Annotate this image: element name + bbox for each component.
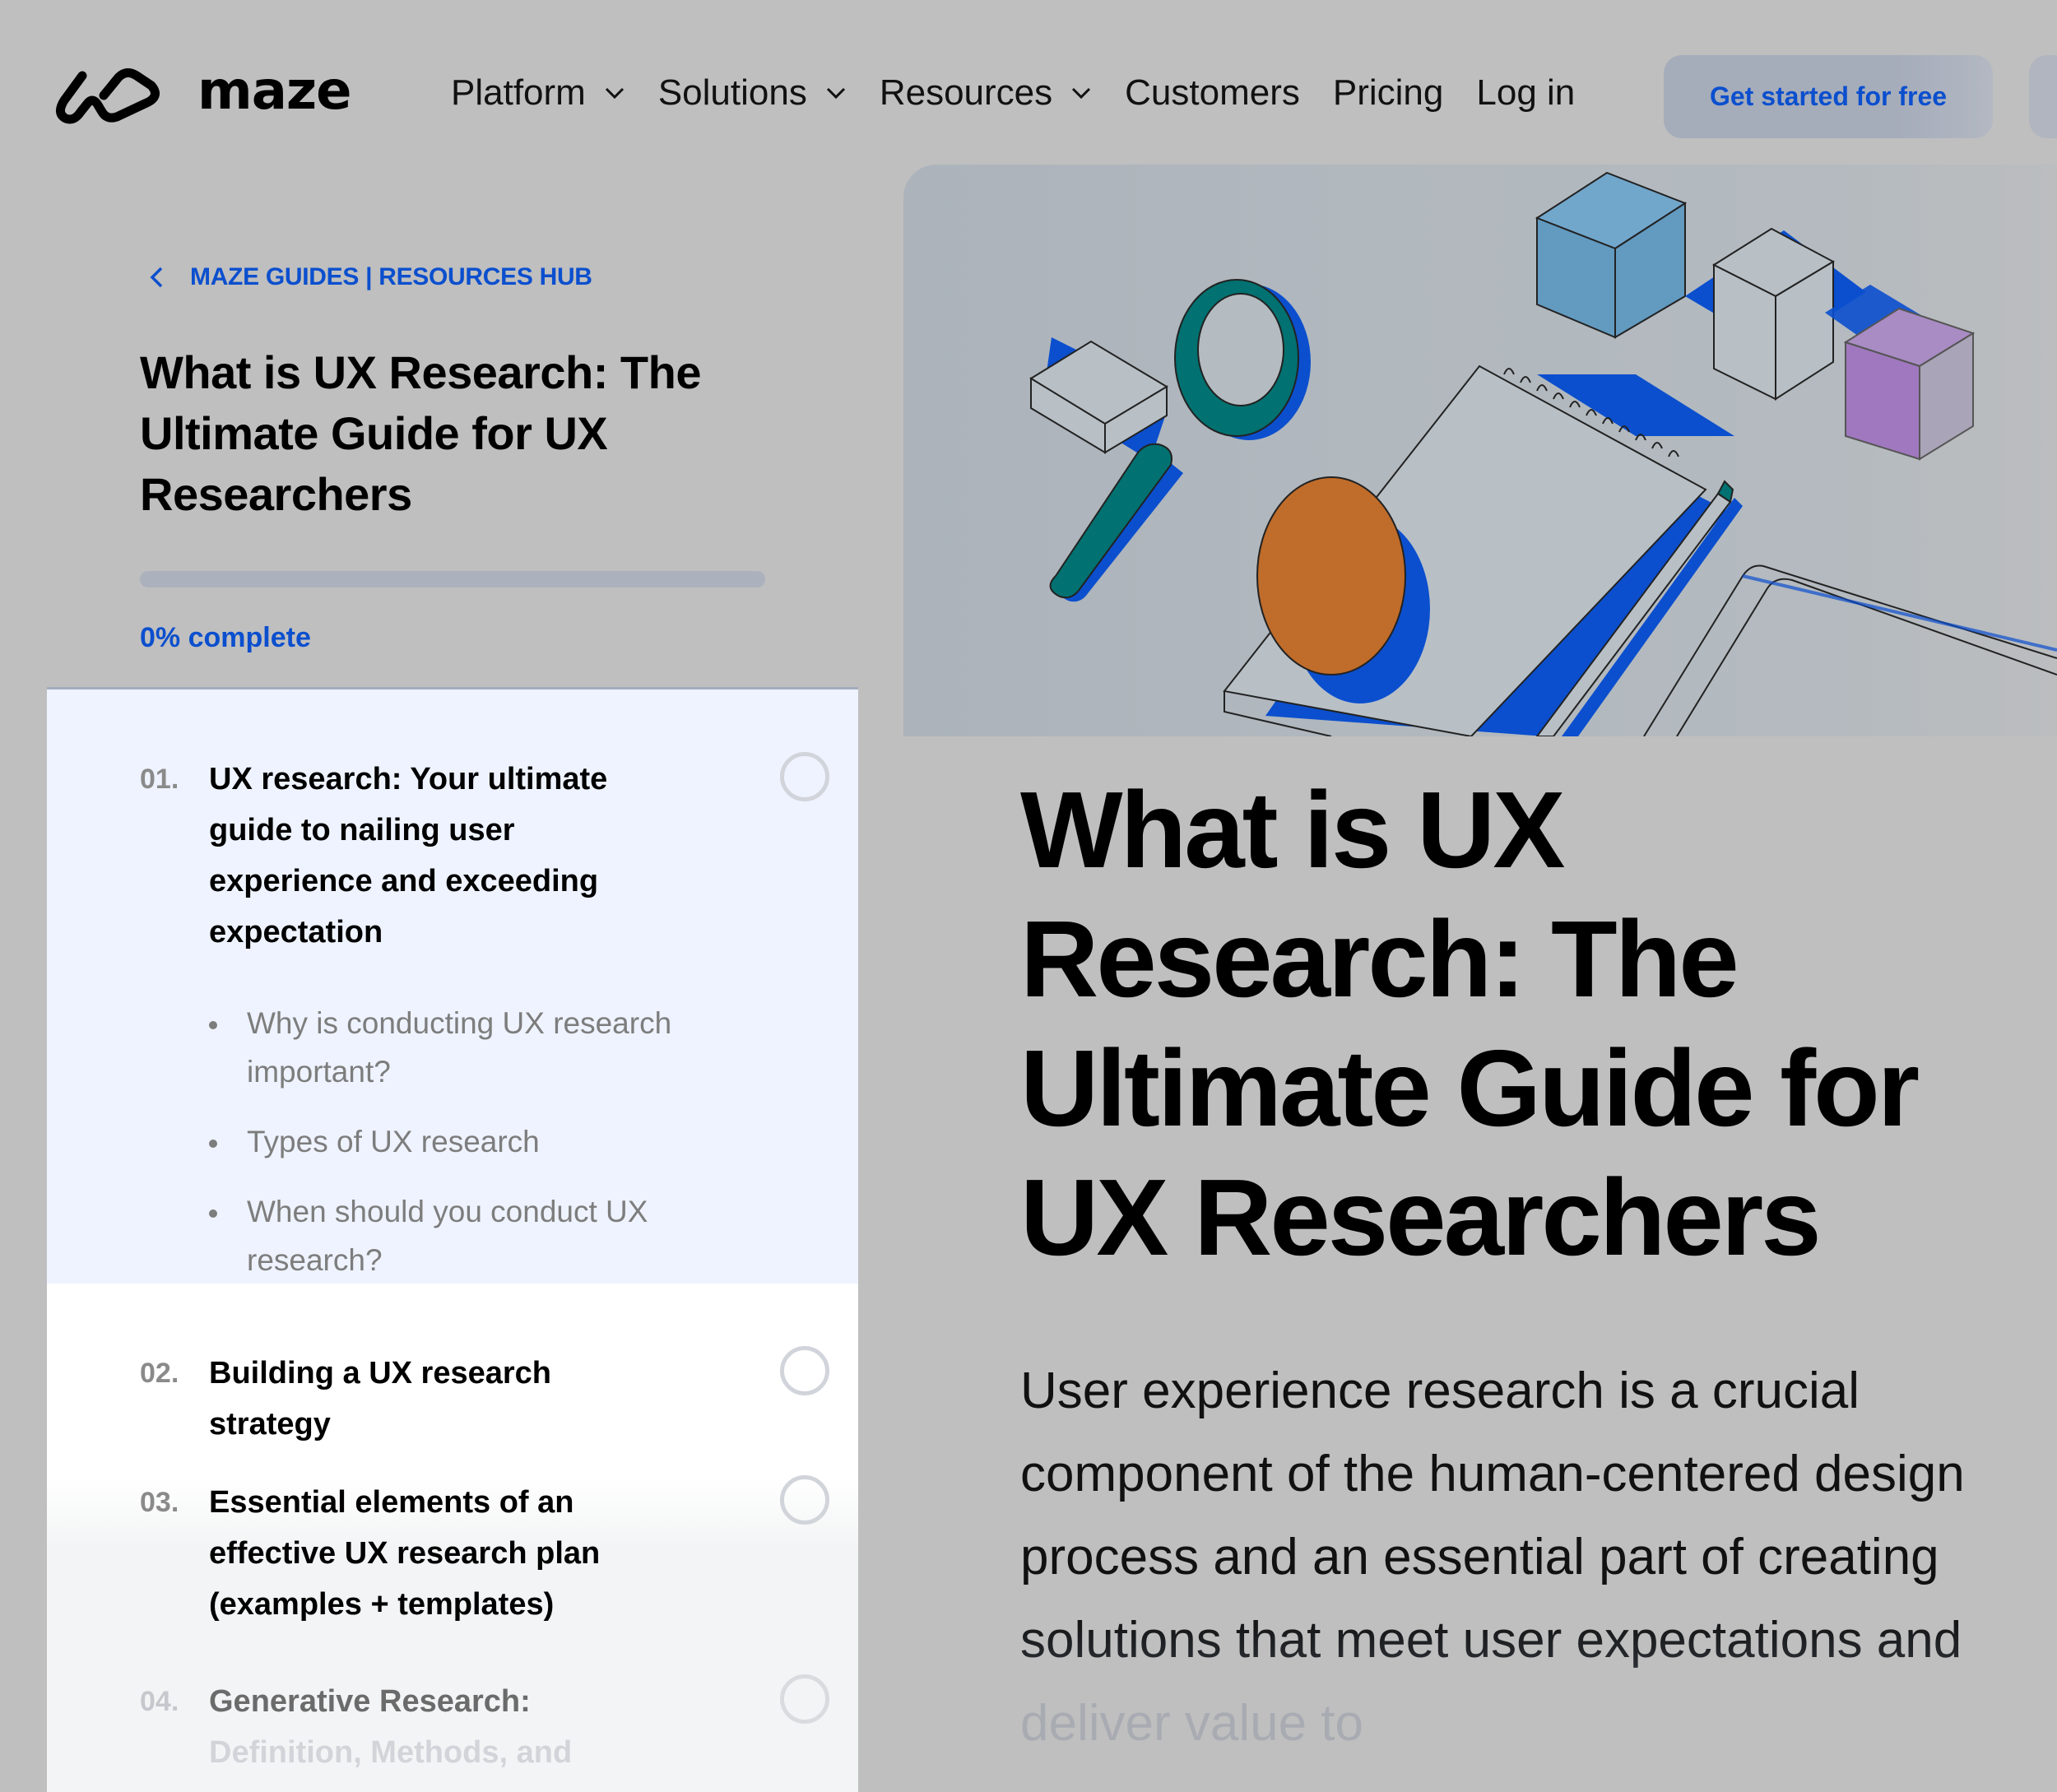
chapter-complete-checkbox[interactable] <box>780 752 829 801</box>
nav-platform-label: Platform <box>451 72 586 113</box>
nav-solutions-label: Solutions <box>657 72 807 113</box>
chapter-title[interactable]: Building a UX research strategy <box>209 1348 653 1450</box>
chapter-complete-checkbox[interactable] <box>780 1475 829 1525</box>
subsection-link[interactable]: Why is conducting UX research important? <box>209 999 736 1096</box>
cube-purple <box>1825 285 1976 461</box>
breadcrumb-back-link[interactable]: MAZE GUIDES | RESOURCES HUB <box>149 263 592 291</box>
nav-solutions[interactable]: Solutions <box>658 72 847 114</box>
chapter-complete-checkbox[interactable] <box>780 1674 829 1724</box>
sidebar-header: MAZE GUIDES | RESOURCES HUB What is UX R… <box>47 163 858 689</box>
subsection-link[interactable]: Types of UX research <box>209 1117 736 1166</box>
brand-name: maze <box>197 61 352 122</box>
chevron-down-icon <box>826 87 845 100</box>
nav-platform[interactable]: Platform <box>451 72 625 114</box>
nav-pricing[interactable]: Pricing <box>1333 72 1444 114</box>
chevron-left-icon <box>150 267 163 288</box>
nav-login-label: Log in <box>1476 72 1576 113</box>
subsection-link[interactable]: When should you conduct UX research? <box>209 1187 736 1284</box>
nav-customers-label: Customers <box>1125 72 1300 113</box>
nav-pricing-label: Pricing <box>1332 72 1444 113</box>
secondary-nav-button[interactable] <box>2029 55 2057 138</box>
article-intro: User experience research is a crucial co… <box>1020 1349 2041 1765</box>
guide-sidebar: MAZE GUIDES | RESOURCES HUB What is UX R… <box>47 163 858 1792</box>
chapter-title[interactable]: Generative Research: Definition, Methods… <box>209 1676 653 1778</box>
chapter-01-subsections: Why is conducting UX research important?… <box>209 999 736 1306</box>
notepad <box>1029 337 1168 461</box>
chapter-number: 01. <box>140 764 179 795</box>
chapter-number: 04. <box>140 1686 179 1717</box>
guide-title: What is UX Research: The Ultimate Guide … <box>140 346 701 520</box>
main-menu: Platform Solutions Resources Customers P… <box>451 72 1608 114</box>
chapter-complete-checkbox[interactable] <box>780 1346 829 1395</box>
nav-resources[interactable]: Resources <box>880 72 1092 114</box>
hero-illustration <box>903 165 2057 736</box>
maze-logo-icon <box>56 68 160 124</box>
chapter-number: 03. <box>140 1487 179 1518</box>
tablet <box>1643 564 2057 736</box>
chevron-down-icon <box>605 87 624 100</box>
nav-login[interactable]: Log in <box>1476 72 1575 114</box>
nav-customers[interactable]: Customers <box>1125 72 1300 114</box>
top-navigation: maze Platform Solutions Resources Custom… <box>0 0 2057 156</box>
progress-label: 0% complete <box>140 622 311 653</box>
chapter-title[interactable]: UX research: Your ultimate guide to nail… <box>209 754 653 958</box>
brand-logo[interactable]: maze <box>54 61 352 125</box>
chapter-number: 02. <box>140 1358 179 1389</box>
get-started-button[interactable]: Get started for free <box>1664 55 1993 138</box>
chapter-title[interactable]: Essential elements of an effective UX re… <box>209 1477 653 1630</box>
article-title: What is UX Research: The Ultimate Guide … <box>1020 769 1920 1278</box>
breadcrumb-label: MAZE GUIDES | RESOURCES HUB <box>190 263 592 290</box>
nav-resources-label: Resources <box>879 72 1053 113</box>
hero-illustration-graphic <box>1029 171 2057 736</box>
chevron-down-icon <box>1072 87 1091 100</box>
progress-bar <box>140 571 765 587</box>
